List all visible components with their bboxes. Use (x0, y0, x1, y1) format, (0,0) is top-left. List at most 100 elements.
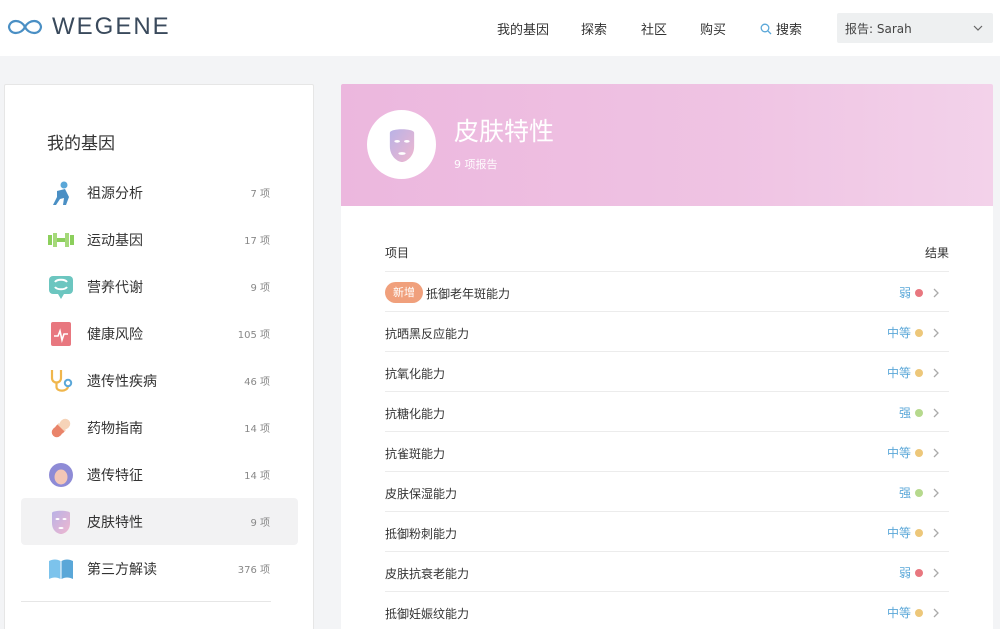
nav-explore[interactable]: 探索 (581, 19, 607, 38)
report-item-name: 皮肤抗衰老能力 (385, 567, 470, 581)
sidebar-item-drug-guide[interactable]: 药物指南 14 项 (21, 404, 298, 451)
sidebar-item-count: 9 项 (250, 283, 270, 294)
sidebar-item-skin[interactable]: 皮肤特性 9 项 (21, 498, 298, 545)
table-row[interactable]: 新增 抵御老年斑能力 弱 (385, 271, 949, 311)
result-level-dot (915, 448, 923, 457)
table-row[interactable]: 抗晒黑反应能力 中等 (385, 311, 949, 351)
chevron-right-icon (933, 408, 939, 417)
report-selector[interactable]: 报告: Sarah (837, 13, 993, 43)
table-row[interactable]: 抵御粉刺能力 中等 (385, 511, 949, 551)
report-result: 中等 (887, 604, 941, 621)
category-avatar (367, 110, 436, 179)
dumbbell-icon (47, 226, 75, 254)
report-result: 强 (899, 404, 941, 421)
search-label: 搜索 (776, 23, 803, 38)
book-icon (47, 555, 75, 583)
table-row[interactable]: 皮肤保湿能力 强 (385, 471, 949, 511)
table-row[interactable]: 抗糖化能力 强 (385, 391, 949, 431)
sidebar-item-count: 376 项 (237, 565, 270, 576)
report-item-name: 抵御老年斑能力 (426, 287, 511, 301)
infinity-logo-icon (7, 19, 43, 35)
nav-buy[interactable]: 购买 (700, 19, 726, 38)
nav-my-genes[interactable]: 我的基因 (497, 19, 549, 38)
result-level-dot (915, 328, 923, 337)
sidebar-item-health-risk[interactable]: 健康风险 105 项 (21, 310, 298, 357)
sidebar-item-sports[interactable]: 运动基因 17 项 (21, 216, 298, 263)
top-navbar: WEGENE 我的基因 探索 社区 购买 搜索 报告: Sarah (0, 0, 1000, 56)
sidebar-item-label: 药物指南 (87, 420, 143, 437)
table-row[interactable]: 抵御妊娠纹能力 中等 (385, 591, 949, 629)
nutrition-icon (47, 273, 75, 301)
chevron-right-icon (933, 448, 939, 457)
report-result: 中等 (887, 444, 941, 461)
column-header-result: 结果 (924, 246, 949, 260)
sidebar-divider (21, 601, 271, 602)
table-row[interactable]: 抗氧化能力 中等 (385, 351, 949, 391)
wegene-logo[interactable]: WEGENE (6, 12, 171, 42)
nav-search[interactable]: 搜索 (760, 19, 802, 38)
sidebar-item-count: 7 项 (250, 189, 270, 200)
category-report-count: 9 项报告 (454, 158, 498, 171)
chevron-right-icon (933, 568, 939, 577)
report-item-name: 抗雀斑能力 (385, 447, 446, 461)
trait-icon (47, 461, 75, 489)
sidebar-item-count: 46 项 (244, 377, 270, 388)
report-result: 弱 (899, 284, 941, 301)
result-level-dot (915, 368, 923, 377)
sidebar-item-label: 营养代谢 (87, 279, 143, 296)
chevron-right-icon (933, 488, 939, 497)
report-list: 新增 抵御老年斑能力弱抗晒黑反应能力 中等 抗氧化能力 中等 抗糖化能力强抗雀斑能力 中等皮… (385, 271, 949, 629)
result-level-dot (915, 408, 923, 417)
report-item-name: 抗氧化能力 (385, 367, 446, 381)
sidebar-item-label: 第三方解读 (87, 561, 157, 578)
new-badge: 新增 (385, 282, 423, 303)
logo-text: WEGENE (52, 13, 171, 40)
sidebar-item-count: 105 项 (237, 330, 270, 341)
chevron-right-icon (933, 608, 939, 617)
report-selector-value: 报告: Sarah (845, 21, 912, 36)
report-item-name: 抗糖化能力 (385, 407, 446, 421)
sidebar-item-nutrition[interactable]: 营养代谢 9 项 (21, 263, 298, 310)
result-label: 中等 (886, 326, 911, 340)
result-label: 弱 (898, 286, 911, 300)
sidebar-item-third-party[interactable]: 第三方解读 376 项 (21, 545, 298, 592)
report-item-name: 抗晒黑反应能力 (385, 327, 470, 341)
sidebar-item-ancestry[interactable]: 祖源分析 7 项 (21, 169, 298, 216)
nav-community[interactable]: 社区 (641, 19, 667, 38)
report-item-name: 抵御妊娠纹能力 (385, 607, 470, 621)
sidebar-item-label: 遗传性疾病 (87, 373, 157, 390)
main-panel: 皮肤特性 9 项报告 项目 结果 新增 抵御老年斑能力弱抗晒黑反应能力 中等 抗氧化能… (341, 84, 993, 629)
result-label: 强 (898, 486, 911, 500)
result-label: 中等 (886, 526, 911, 540)
sidebar: 我的基因 祖源分析 7 项 运动基因 17 项 营养代谢 9 项 健康风险 10… (4, 84, 314, 629)
category-header: 皮肤特性 9 项报告 (341, 84, 993, 206)
report-item-name: 皮肤保湿能力 (385, 487, 458, 501)
result-label: 中等 (886, 366, 911, 380)
result-label: 中等 (886, 446, 911, 460)
result-level-dot (915, 488, 923, 497)
column-header-item: 项目 (385, 246, 410, 260)
chevron-right-icon (933, 528, 939, 537)
table-row[interactable]: 皮肤抗衰老能力 弱 (385, 551, 949, 591)
chevron-right-icon (933, 328, 939, 337)
report-result: 中等 (887, 324, 941, 341)
sidebar-item-count: 9 项 (250, 518, 270, 529)
result-label: 强 (898, 406, 911, 420)
chevron-right-icon (933, 368, 939, 377)
sidebar-item-count: 14 项 (244, 471, 270, 482)
skin-mask-icon (47, 508, 75, 536)
stethoscope-icon (47, 367, 75, 395)
result-level-dot (915, 568, 923, 577)
sidebar-item-traits[interactable]: 遗传特征 14 项 (21, 451, 298, 498)
report-result: 中等 (887, 364, 941, 381)
health-risk-icon (47, 320, 75, 348)
table-row[interactable]: 抗雀斑能力 中等 (385, 431, 949, 471)
report-result: 弱 (899, 564, 941, 581)
pill-icon (47, 414, 75, 442)
sidebar-item-hereditary-disease[interactable]: 遗传性疾病 46 项 (21, 357, 298, 404)
sidebar-item-label: 祖源分析 (87, 185, 143, 202)
category-title: 皮肤特性 (454, 117, 555, 146)
search-icon (760, 23, 772, 34)
sidebar-title: 我的基因 (47, 134, 115, 154)
result-level-dot (915, 608, 923, 617)
